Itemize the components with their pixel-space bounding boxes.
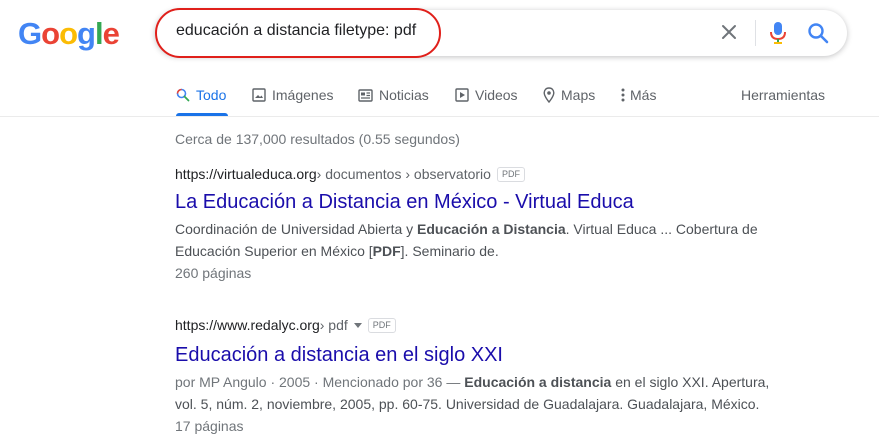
search-icon[interactable] [807,22,829,44]
tab-todo[interactable]: Todo [176,85,226,105]
tab-mas[interactable]: Más [621,85,656,105]
logo-letter: G [18,16,42,51]
tab-noticias[interactable]: Noticias [358,85,429,105]
snippet-highlight: Educación a distancia [464,374,612,390]
result-snippet: Coordinación de Universidad Abierta y Ed… [175,218,775,262]
result-meta: 17 páginas [175,418,244,434]
query-highlight-circle [155,8,441,58]
tab-maps[interactable]: Maps [543,85,595,105]
snippet-text: ]. Seminario de. [400,243,499,259]
result-path: › pdf [319,317,348,333]
header-divider [0,116,879,117]
result-title-link[interactable]: La Educación a Distancia en México - Vir… [175,189,775,215]
snippet-text: por MP Angulo · 2005 · Mencionado por 36… [175,374,465,390]
close-icon[interactable] [720,23,738,41]
logo-letter: g [77,16,96,51]
result-title-link[interactable]: Educación a distancia en el siglo XXI [175,342,775,368]
tools-label: Herramientas [741,87,826,103]
result-url[interactable]: https://virtualeduca.org › documentos › … [175,166,775,182]
map-pin-icon [543,87,555,103]
tab-label: Maps [561,87,596,103]
result-snippet: por MP Angulo · 2005 · Mencionado por 36… [175,371,775,415]
snippet-highlight: PDF [372,243,401,259]
search-icon [176,88,190,102]
chevron-down-icon[interactable] [353,322,362,328]
pdf-badge: PDF [496,166,525,182]
tab-label: Noticias [379,87,429,103]
pdf-badge: PDF [367,317,396,333]
result-site: https://virtualeduca.org [175,166,317,182]
snippet-text: Coordinación de Universidad Abierta y [175,221,418,237]
google-logo[interactable]: Google [18,16,120,52]
tab-imagenes[interactable]: Imágenes [252,85,333,105]
more-vert-icon [621,88,625,102]
search-divider [755,20,756,46]
tab-label: Más [630,87,657,103]
logo-letter: e [102,16,120,51]
result-path: › documentos › observatorio [316,166,491,182]
result-stats: Cerca de 137,000 resultados (0.55 segund… [175,131,460,147]
search-result: https://virtualeduca.org › documentos › … [175,166,775,284]
search-result: https://www.redalyc.org › pdf PDF Educac… [175,317,775,437]
video-icon [455,88,469,102]
tab-label: Todo [196,87,227,103]
logo-letter: l [94,16,104,51]
tools-button[interactable]: Herramientas [741,85,825,105]
snippet-highlight: Educación a Distancia [417,221,566,237]
image-icon [252,88,266,102]
logo-letter: o [41,16,60,51]
microphone-icon[interactable] [769,21,787,45]
tab-label: Videos [475,87,518,103]
result-url[interactable]: https://www.redalyc.org › pdf PDF [175,317,775,333]
result-site: https://www.redalyc.org [175,317,320,333]
tab-videos[interactable]: Videos [455,85,518,105]
logo-letter: o [59,16,78,51]
tab-label: Imágenes [272,87,334,103]
result-meta: 260 páginas [175,265,252,281]
news-icon [358,88,373,102]
